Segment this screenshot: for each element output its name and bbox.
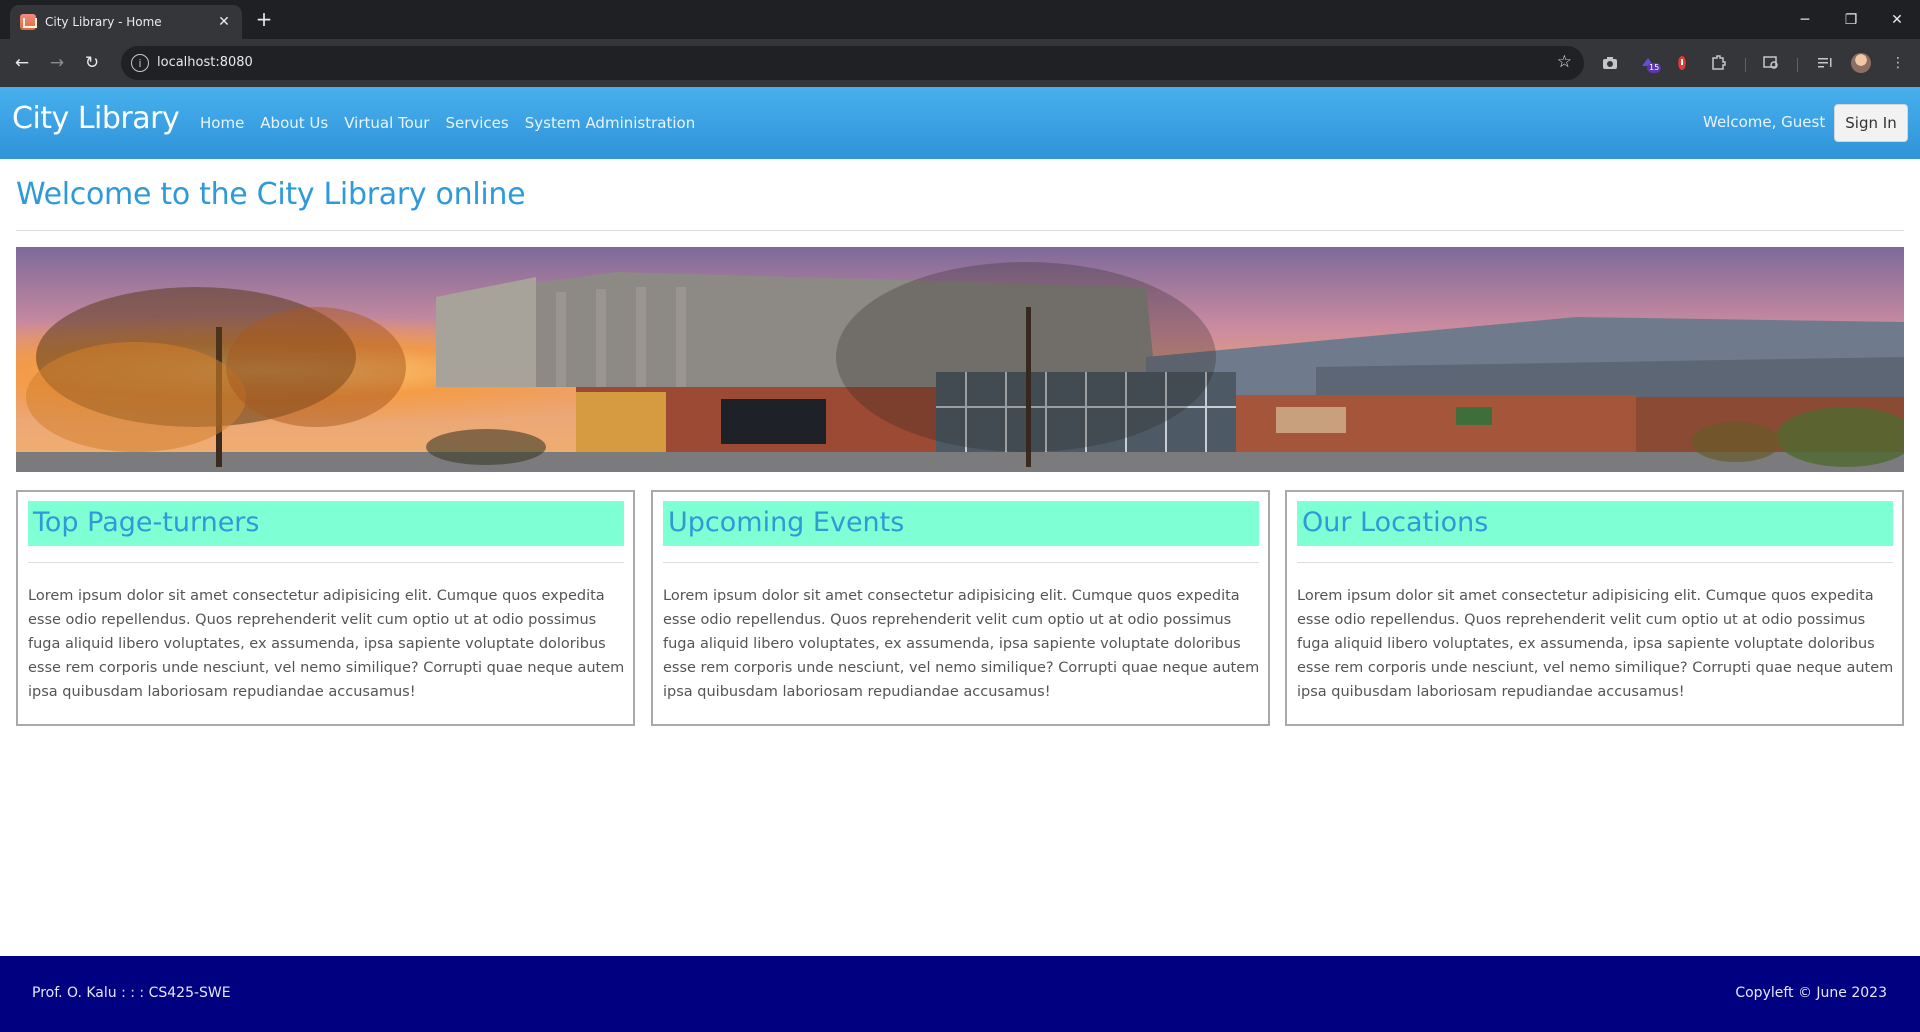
toolbar-divider xyxy=(1745,58,1746,72)
back-icon[interactable]: ← xyxy=(10,51,34,75)
card-upcoming-events: Upcoming Events Lorem ipsum dolor sit am… xyxy=(651,490,1270,726)
card-text: Lorem ipsum dolor sit amet consectetur a… xyxy=(1297,588,1894,700)
card-divider xyxy=(28,562,624,563)
site-info-icon[interactable]: i xyxy=(131,54,149,72)
browser-tab[interactable]: City Library - Home ✕ xyxy=(10,5,242,39)
reading-list-icon[interactable] xyxy=(1814,52,1836,74)
nav-links: Home About Us Virtual Tour Services Syst… xyxy=(200,114,711,132)
tab-title: City Library - Home xyxy=(45,15,162,29)
profile-avatar[interactable] xyxy=(1851,53,1871,73)
reload-icon[interactable]: ↻ xyxy=(80,51,104,75)
page-title: Welcome to the City Library online xyxy=(16,177,526,212)
footer-copyleft: Copyleft © June 2023 xyxy=(1735,985,1887,1001)
card-divider xyxy=(1297,562,1893,563)
browser-tab-strip: City Library - Home ✕ + ─ ❐ ✕ xyxy=(0,0,1920,39)
nav-link-virtual-tour[interactable]: Virtual Tour xyxy=(344,114,429,132)
card-text: Lorem ipsum dolor sit amet consectetur a… xyxy=(663,588,1260,700)
card-text: Lorem ipsum dolor sit amet consectetur a… xyxy=(28,588,625,700)
welcome-text: Welcome, Guest xyxy=(1703,113,1826,131)
card-heading: Upcoming Events xyxy=(663,501,1259,546)
tab-search-icon[interactable] xyxy=(1760,52,1782,74)
close-icon[interactable]: ✕ xyxy=(216,14,232,30)
card-divider xyxy=(663,562,1259,563)
bookmark-star-icon[interactable]: ☆ xyxy=(1557,52,1572,72)
library-hero-image xyxy=(16,247,1904,472)
site-brand[interactable]: City Library xyxy=(12,101,180,136)
window-controls: ─ ❐ ✕ xyxy=(1782,0,1920,39)
card-top-page-turners: Top Page-turners Lorem ipsum dolor sit a… xyxy=(16,490,635,726)
nav-link-system-administration[interactable]: System Administration xyxy=(525,114,695,132)
nav-link-home[interactable]: Home xyxy=(200,114,244,132)
toolbar-divider xyxy=(1797,58,1798,72)
extension-icon[interactable]: 15 xyxy=(1637,52,1662,74)
footer-credit: Prof. O. Kalu : : : CS425-SWE xyxy=(32,985,231,1001)
library-favicon-icon xyxy=(20,14,37,30)
menu-icon[interactable]: ⋮ xyxy=(1887,52,1909,74)
camera-icon[interactable] xyxy=(1599,52,1621,74)
restore-icon[interactable]: ❐ xyxy=(1828,0,1874,39)
sign-in-button[interactable]: Sign In xyxy=(1834,104,1908,142)
site-navbar: City Library Home About Us Virtual Tour … xyxy=(0,87,1920,159)
web-page: City Library Home About Us Virtual Tour … xyxy=(0,87,1920,1032)
extension-badge: 15 xyxy=(1647,63,1662,73)
minimize-icon[interactable]: ─ xyxy=(1782,0,1828,39)
extensions-icon[interactable] xyxy=(1707,52,1729,74)
url-text[interactable]: localhost:8080 xyxy=(157,55,253,70)
card-our-locations: Our Locations Lorem ipsum dolor sit amet… xyxy=(1285,490,1904,726)
new-tab-icon[interactable]: + xyxy=(253,8,275,30)
record-extension-icon[interactable] xyxy=(1671,52,1693,74)
title-divider xyxy=(16,230,1904,231)
nav-link-services[interactable]: Services xyxy=(445,114,508,132)
site-footer: Prof. O. Kalu : : : CS425-SWE Copyleft ©… xyxy=(0,956,1920,1032)
card-heading: Our Locations xyxy=(1297,501,1893,546)
browser-toolbar: ← → ↻ i localhost:8080 ☆ 15 ⋮ xyxy=(0,39,1920,87)
forward-icon[interactable]: → xyxy=(45,51,69,75)
window-close-icon[interactable]: ✕ xyxy=(1874,0,1920,39)
address-bar[interactable]: i localhost:8080 ☆ xyxy=(121,46,1584,80)
nav-link-about-us[interactable]: About Us xyxy=(260,114,328,132)
card-heading: Top Page-turners xyxy=(28,501,624,546)
